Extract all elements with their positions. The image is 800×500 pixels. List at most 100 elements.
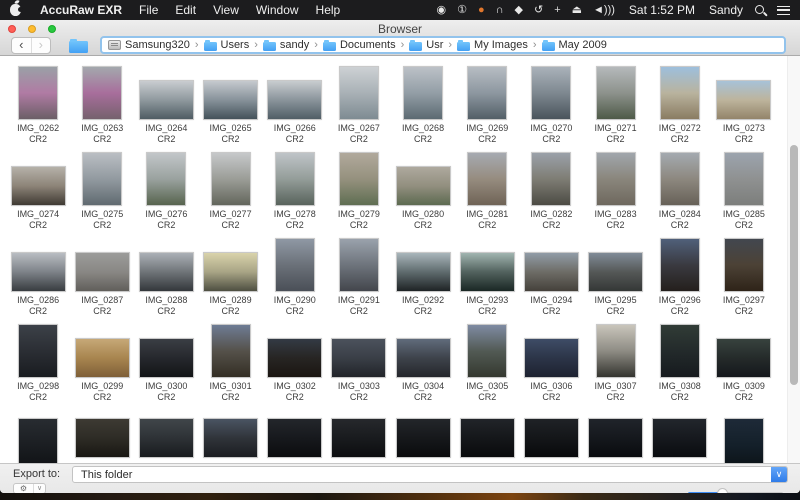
search-icon[interactable] <box>754 4 766 16</box>
photo-thumbnail[interactable] <box>659 66 700 120</box>
photo-thumbnail[interactable] <box>203 80 259 120</box>
thumbnail-item[interactable]: IMG_0303 CR2 <box>327 320 391 406</box>
photo-thumbnail[interactable] <box>403 66 444 120</box>
export-destination-select[interactable]: This folder ∨ <box>72 466 788 483</box>
thumbnail-item[interactable]: IMG_0286 CR2 <box>6 234 70 320</box>
thumbnail-item[interactable]: IMG_0267 CR2 <box>327 62 391 148</box>
photo-thumbnail[interactable] <box>531 66 572 120</box>
title-bar[interactable]: Browser <box>0 20 800 37</box>
photo-thumbnail[interactable] <box>659 152 700 206</box>
thumbnail-item[interactable] <box>391 418 455 463</box>
photo-thumbnail[interactable] <box>74 252 130 292</box>
photo-thumbnail[interactable] <box>659 324 700 378</box>
thumbnail-item[interactable]: IMG_0275 CR2 <box>70 148 134 234</box>
photo-thumbnail[interactable] <box>210 324 251 378</box>
thumbnail-item[interactable]: IMG_0302 CR2 <box>263 320 327 406</box>
photo-thumbnail[interactable] <box>331 338 387 378</box>
menu-user[interactable]: Sandy <box>709 3 743 17</box>
thumbnail-item[interactable] <box>455 418 519 463</box>
zoom-button[interactable] <box>48 25 56 33</box>
headphones-icon[interactable]: ∩ <box>496 4 504 16</box>
thumbnail-item[interactable]: IMG_0298 CR2 <box>6 320 70 406</box>
scrollbar-thumb[interactable] <box>790 145 798 385</box>
thumbnail-item[interactable]: IMG_0305 CR2 <box>455 320 519 406</box>
thumbnail-item[interactable]: IMG_0283 CR2 <box>583 148 647 234</box>
thumbnail-item[interactable] <box>6 418 70 463</box>
crosshair-icon[interactable]: + <box>554 4 560 16</box>
thumbnail-item[interactable] <box>70 418 134 463</box>
volume-icon[interactable]: ◄))) <box>593 4 615 16</box>
photo-thumbnail[interactable] <box>467 152 508 206</box>
photo-thumbnail[interactable] <box>146 152 187 206</box>
thumbnail-item[interactable]: IMG_0293 CR2 <box>455 234 519 320</box>
thumbnail-item[interactable] <box>327 418 391 463</box>
photo-thumbnail[interactable] <box>338 66 379 120</box>
photo-thumbnail[interactable] <box>523 418 579 458</box>
thumbnail-item[interactable]: IMG_0269 CR2 <box>455 62 519 148</box>
path-bar[interactable]: Samsung320 › Users › sandy › Documents › Usr › My … <box>100 36 786 54</box>
breadcrumb-item[interactable]: Usr <box>409 39 443 51</box>
photo-thumbnail[interactable] <box>716 338 772 378</box>
photo-thumbnail[interactable] <box>82 152 123 206</box>
photo-thumbnail[interactable] <box>467 66 508 120</box>
photo-thumbnail[interactable] <box>523 338 579 378</box>
thumbnail-item[interactable]: IMG_0277 CR2 <box>198 148 262 234</box>
photo-thumbnail[interactable] <box>74 418 130 458</box>
action-gear-button[interactable]: ⚙ ∨ <box>13 483 46 493</box>
photo-thumbnail[interactable] <box>523 252 579 292</box>
photo-thumbnail[interactable] <box>723 238 764 292</box>
menu-clock[interactable]: Sat 1:52 PM <box>629 3 695 17</box>
choose-folder-button[interactable] <box>64 38 92 54</box>
photo-thumbnail[interactable] <box>723 418 764 463</box>
thumbnail-item[interactable]: IMG_0266 CR2 <box>263 62 327 148</box>
thumbnail-item[interactable]: IMG_0270 CR2 <box>519 62 583 148</box>
thumbnail-item[interactable] <box>198 418 262 463</box>
photo-thumbnail[interactable] <box>203 418 259 458</box>
breadcrumb-item[interactable]: Users <box>203 39 249 51</box>
thumbnail-item[interactable]: IMG_0264 CR2 <box>134 62 198 148</box>
menu-item-help[interactable]: Help <box>316 3 341 17</box>
thumbnail-item[interactable]: IMG_0280 CR2 <box>391 148 455 234</box>
photo-thumbnail[interactable] <box>274 152 315 206</box>
time-machine-icon[interactable]: ↺ <box>534 4 543 16</box>
photo-thumbnail[interactable] <box>716 80 772 120</box>
thumbnail-item[interactable]: IMG_0297 CR2 <box>712 234 776 320</box>
photo-thumbnail[interactable] <box>18 324 59 378</box>
dropbox-icon[interactable]: ◆ <box>515 4 523 16</box>
menu-item-file[interactable]: File <box>139 3 158 17</box>
photo-thumbnail[interactable] <box>395 418 451 458</box>
photo-thumbnail[interactable] <box>18 66 59 120</box>
scrollbar-track[interactable] <box>787 56 800 463</box>
photo-thumbnail[interactable] <box>652 418 708 458</box>
photo-thumbnail[interactable] <box>595 66 636 120</box>
breadcrumb-item[interactable]: May 2009 <box>541 39 607 51</box>
thumbnail-item[interactable] <box>648 418 712 463</box>
photo-thumbnail[interactable] <box>138 80 194 120</box>
thumbnail-item[interactable]: IMG_0268 CR2 <box>391 62 455 148</box>
photo-thumbnail[interactable] <box>395 166 451 206</box>
photo-thumbnail[interactable] <box>74 338 130 378</box>
photo-thumbnail[interactable] <box>138 418 194 458</box>
thumbnail-item[interactable]: IMG_0301 CR2 <box>198 320 262 406</box>
apple-menu-icon[interactable] <box>10 4 23 16</box>
thumbnail-item[interactable]: IMG_0272 CR2 <box>648 62 712 148</box>
thumbnail-item[interactable]: IMG_0290 CR2 <box>263 234 327 320</box>
thumbnail-item[interactable]: IMG_0271 CR2 <box>583 62 647 148</box>
photo-thumbnail[interactable] <box>395 338 451 378</box>
thumbnail-item[interactable]: IMG_0292 CR2 <box>391 234 455 320</box>
thumbnail-item[interactable]: IMG_0279 CR2 <box>327 148 391 234</box>
thumbnail-item[interactable]: IMG_0307 CR2 <box>583 320 647 406</box>
thumbnail-item[interactable]: IMG_0294 CR2 <box>519 234 583 320</box>
menu-item-window[interactable]: Window <box>256 3 299 17</box>
thumbnail-item[interactable]: IMG_0285 CR2 <box>712 148 776 234</box>
photo-thumbnail[interactable] <box>10 166 66 206</box>
thumbnail-item[interactable] <box>519 418 583 463</box>
thumbnail-item[interactable] <box>712 418 776 463</box>
thumbnail-item[interactable]: IMG_0278 CR2 <box>263 148 327 234</box>
photo-thumbnail[interactable] <box>210 152 251 206</box>
photo-thumbnail[interactable] <box>267 338 323 378</box>
thumbnail-item[interactable]: IMG_0300 CR2 <box>134 320 198 406</box>
photo-thumbnail[interactable] <box>595 152 636 206</box>
minimize-button[interactable] <box>28 25 36 33</box>
menu-item-accuraw-exr[interactable]: AccuRaw EXR <box>40 3 122 17</box>
